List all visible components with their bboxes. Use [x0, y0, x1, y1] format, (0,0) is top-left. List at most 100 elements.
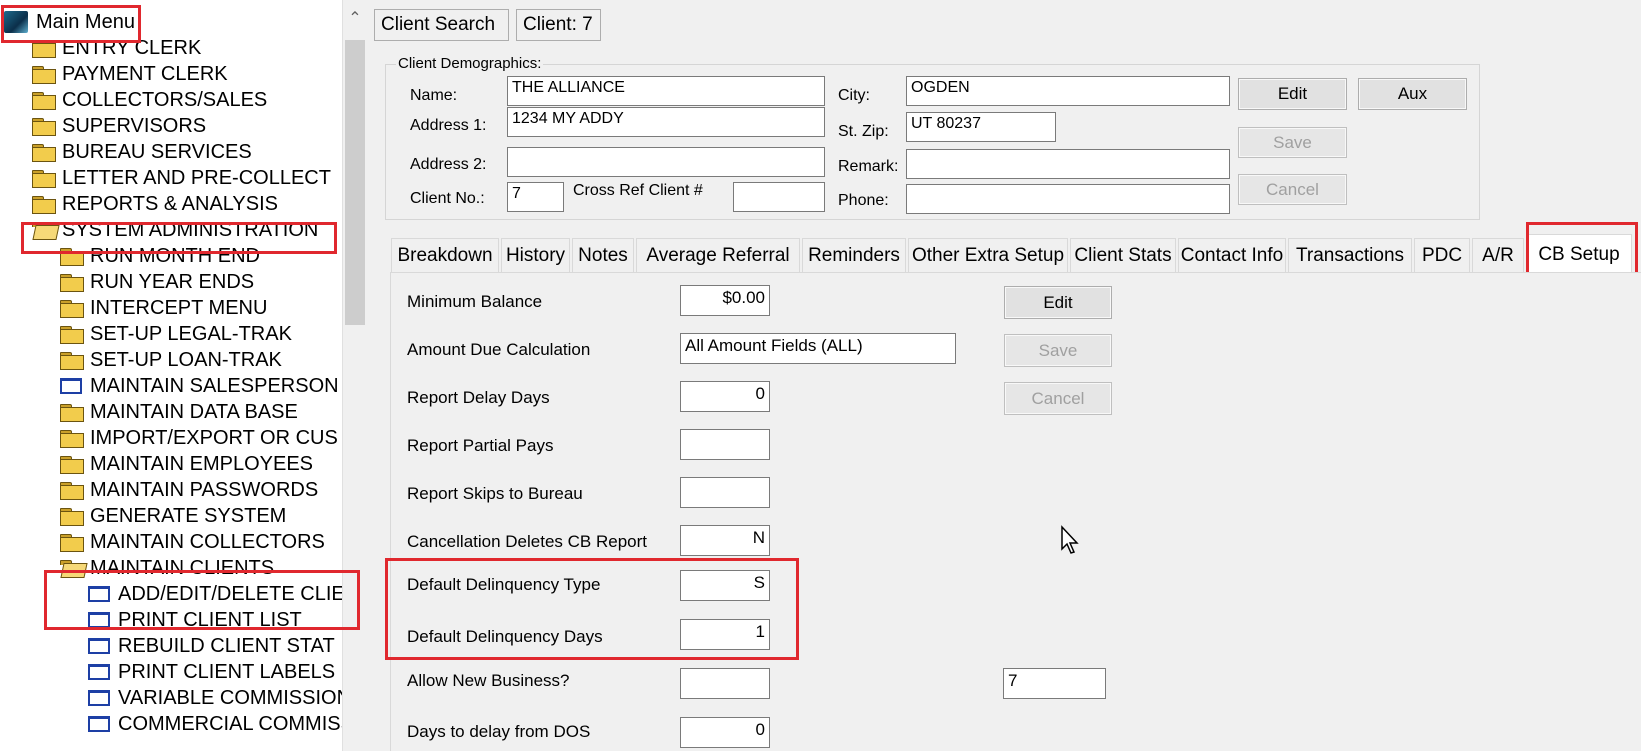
- tree-item-entry-clerk[interactable]: ENTRY CLERK: [32, 35, 201, 61]
- allow-new-field[interactable]: [680, 668, 770, 699]
- folder-open-icon: [60, 560, 82, 576]
- tree-item-print-client-labels[interactable]: PRINT CLIENT LABELS: [88, 659, 335, 685]
- address2-field[interactable]: [507, 147, 825, 177]
- folder-icon: [60, 274, 84, 292]
- delinq-days-field[interactable]: 1: [680, 619, 770, 650]
- partial-pays-field[interactable]: [680, 429, 770, 460]
- client-no-field[interactable]: 7: [507, 182, 564, 212]
- tab-contact-info[interactable]: Contact Info: [1178, 238, 1286, 272]
- days-delay-field[interactable]: 0: [680, 717, 770, 748]
- folder-icon: [60, 456, 84, 474]
- city-field[interactable]: OGDEN: [906, 76, 1230, 106]
- main-menu-tree[interactable]: Main Menu ENTRY CLERK PAYMENT CLERK COLL…: [0, 0, 366, 751]
- tree-item-generate-system[interactable]: GENERATE SYSTEM: [60, 503, 286, 529]
- tree-item-collectors-sales[interactable]: COLLECTORS/SALES: [32, 87, 267, 113]
- client-no-label: Client No.:: [410, 190, 485, 207]
- tree-item-setup-loan-trak[interactable]: SET-UP LOAN-TRAK: [60, 347, 282, 373]
- tree-scrollbar[interactable]: ⌃: [342, 0, 366, 751]
- allow-new-extra-field[interactable]: 7: [1003, 668, 1106, 699]
- folder-open-icon: [32, 222, 54, 238]
- cancel-deletes-field[interactable]: N: [680, 525, 770, 556]
- folder-icon: [60, 430, 84, 448]
- folder-icon: [60, 404, 84, 422]
- tab-history[interactable]: History: [501, 238, 570, 272]
- address1-field[interactable]: 1234 MY ADDY: [507, 107, 825, 137]
- demographics-aux-button[interactable]: Aux: [1358, 78, 1467, 110]
- tree-item-maintain-salesperson[interactable]: MAINTAIN SALESPERSON: [60, 373, 339, 399]
- tab-average-referral[interactable]: Average Referral: [636, 238, 800, 272]
- demographics-edit-button[interactable]: Edit: [1238, 78, 1347, 110]
- skips-field[interactable]: [680, 477, 770, 508]
- folder-icon: [60, 326, 84, 344]
- demographics-save-button[interactable]: Save: [1238, 127, 1347, 158]
- delinq-days-label: Default Delinquency Days: [407, 627, 603, 646]
- scroll-thumb[interactable]: [345, 40, 365, 325]
- city-label: City:: [838, 87, 870, 104]
- tab-client-stats[interactable]: Client Stats: [1070, 238, 1176, 272]
- tab-cb-setup[interactable]: CB Setup: [1526, 234, 1632, 274]
- remark-label: Remark:: [838, 158, 899, 175]
- tree-item-bureau-services[interactable]: BUREAU SERVICES: [32, 139, 252, 165]
- tree-item-reports-analysis[interactable]: REPORTS & ANALYSIS: [32, 191, 278, 217]
- cross-ref-field[interactable]: [733, 182, 825, 212]
- address2-label: Address 2:: [410, 156, 487, 173]
- tab-ar[interactable]: A/R: [1472, 238, 1524, 272]
- tree-item-system-administration[interactable]: SYSTEM ADMINISTRATION: [32, 217, 318, 243]
- window-icon: [88, 612, 110, 628]
- tree-item-variable-commission[interactable]: VARIABLE COMMISSION: [88, 685, 351, 711]
- tree-item-maintain-clients[interactable]: MAINTAIN CLIENTS: [60, 555, 274, 581]
- tab-transactions[interactable]: Transactions: [1288, 238, 1412, 272]
- app-icon: [4, 11, 28, 33]
- tree-item-maintain-collectors[interactable]: MAINTAIN COLLECTORS: [60, 529, 325, 555]
- tree-item-commercial-commission[interactable]: COMMERCIAL COMMISS: [88, 711, 354, 737]
- stzip-field[interactable]: UT 80237: [906, 112, 1056, 142]
- tab-reminders[interactable]: Reminders: [802, 238, 906, 272]
- client-search-button[interactable]: Client Search: [374, 9, 509, 41]
- cross-ref-label: Cross Ref Client #: [573, 182, 703, 199]
- report-delay-field[interactable]: 0: [680, 381, 770, 412]
- tree-item-maintain-passwords[interactable]: MAINTAIN PASSWORDS: [60, 477, 318, 503]
- skips-label: Report Skips to Bureau: [407, 484, 583, 503]
- tree-item-maintain-data-base[interactable]: MAINTAIN DATA BASE: [60, 399, 298, 425]
- folder-icon: [32, 170, 56, 188]
- demographics-cancel-button[interactable]: Cancel: [1238, 174, 1347, 205]
- name-field[interactable]: THE ALLIANCE: [507, 76, 825, 106]
- folder-icon: [32, 66, 56, 84]
- tree-item-run-year-ends[interactable]: RUN YEAR ENDS: [60, 269, 254, 295]
- amount-due-label: Amount Due Calculation: [407, 340, 591, 359]
- folder-icon: [60, 300, 84, 318]
- amount-due-select[interactable]: All Amount Fields (ALL): [680, 333, 956, 364]
- tab-pdc[interactable]: PDC: [1414, 238, 1470, 272]
- folder-icon: [60, 534, 84, 552]
- tree-item-payment-clerk[interactable]: PAYMENT CLERK: [32, 61, 228, 87]
- tab-other-extra-setup[interactable]: Other Extra Setup: [908, 238, 1068, 272]
- folder-icon: [32, 144, 56, 162]
- stzip-label: St. Zip:: [838, 123, 889, 140]
- tree-item-import-export[interactable]: IMPORT/EXPORT OR CUS: [60, 425, 338, 451]
- min-balance-label: Minimum Balance: [407, 292, 543, 311]
- cb-cancel-button[interactable]: Cancel: [1004, 382, 1112, 415]
- tree-item-run-month-end[interactable]: RUN MONTH END: [60, 243, 260, 269]
- client-indicator: Client: 7: [516, 9, 601, 41]
- tree-item-print-client-list[interactable]: PRINT CLIENT LIST: [88, 607, 302, 633]
- tree-item-add-edit-delete-client[interactable]: ADD/EDIT/DELETE CLIE: [88, 581, 345, 607]
- tree-item-setup-legal-trak[interactable]: SET-UP LEGAL-TRAK: [60, 321, 292, 347]
- min-balance-field[interactable]: $0.00: [680, 285, 770, 316]
- tree-item-intercept-menu[interactable]: INTERCEPT MENU: [60, 295, 267, 321]
- folder-icon: [60, 352, 84, 370]
- cb-save-button[interactable]: Save: [1004, 334, 1112, 367]
- tab-breakdown[interactable]: Breakdown: [391, 238, 499, 272]
- cb-edit-button[interactable]: Edit: [1004, 286, 1112, 319]
- folder-icon: [32, 196, 56, 214]
- phone-field[interactable]: [906, 184, 1230, 214]
- tree-item-supervisors[interactable]: SUPERVISORS: [32, 113, 206, 139]
- scroll-up-icon[interactable]: ⌃: [343, 8, 366, 32]
- tree-item-main-menu[interactable]: Main Menu: [4, 9, 135, 35]
- delinq-type-field[interactable]: S: [680, 570, 770, 601]
- tab-notes[interactable]: Notes: [572, 238, 634, 272]
- name-label: Name:: [410, 87, 458, 104]
- tree-item-maintain-employees[interactable]: MAINTAIN EMPLOYEES: [60, 451, 313, 477]
- remark-field[interactable]: [906, 149, 1230, 179]
- tree-item-letter-pre-collect[interactable]: LETTER AND PRE-COLLECT: [32, 165, 331, 191]
- tree-item-rebuild-client-stat[interactable]: REBUILD CLIENT STAT: [88, 633, 335, 659]
